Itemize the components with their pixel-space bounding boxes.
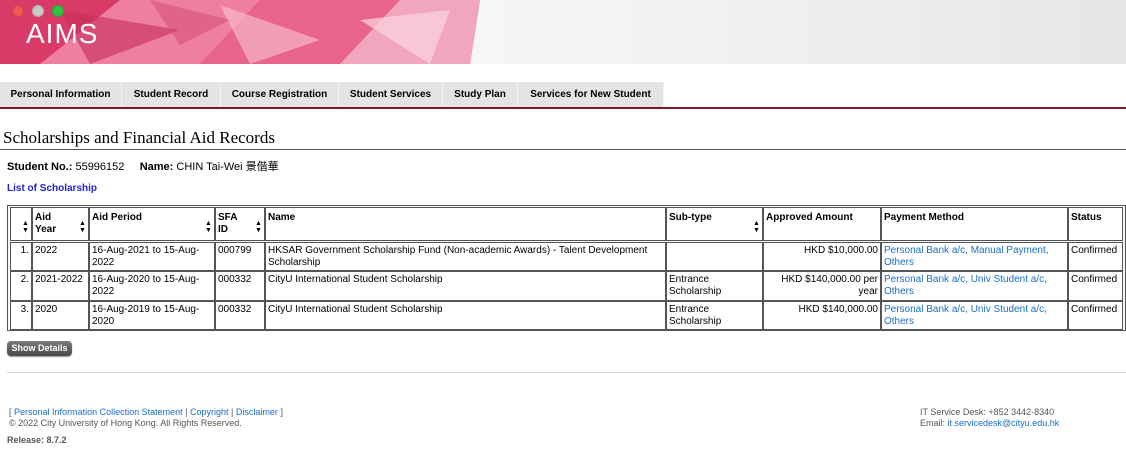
student-no-value: 55996152	[75, 161, 125, 173]
privacy-statement-link[interactable]: Personal Information Collection Statemen…	[14, 407, 183, 417]
scholarship-name-cell: CityU International Student Scholarship	[265, 271, 666, 301]
column-header-status[interactable]: Status	[1068, 207, 1123, 241]
copyright-text: © 2022 City University of Hong Kong. All…	[9, 418, 242, 428]
student-info: Student No.: 55996152 Name: CHIN Tai-Wei…	[7, 158, 279, 174]
scholarship-name-cell: HKSAR Government Scholarship Fund (Non-a…	[265, 242, 666, 271]
aid-period-cell: 16-Aug-2019 to 15-Aug-2020	[89, 301, 215, 330]
status-cell: Confirmed	[1068, 242, 1123, 271]
student-name-value: CHIN Tai-Wei 景偕華	[176, 161, 279, 173]
column-header-sfa-id[interactable]: SFA ID ▲ ▼	[215, 207, 265, 241]
sort-icon[interactable]: ▲ ▼	[79, 220, 86, 234]
service-desk-email-link[interactable]: it.servicedesk@cityu.edu.hk	[948, 418, 1060, 428]
sub-type-cell: Entrance Scholarship	[666, 301, 763, 330]
tab-course-registration[interactable]: Course Registration	[221, 82, 339, 107]
show-details-button[interactable]: Show Details	[7, 341, 72, 356]
student-no-label: Student No.:	[7, 161, 73, 173]
sort-icon[interactable]: ▲ ▼	[255, 220, 262, 234]
app-banner: AIMS	[0, 0, 1126, 64]
payment-method-link[interactable]: Personal Bank a/c, Univ Student a/c, Oth…	[881, 271, 1068, 301]
row-index: 3.	[10, 301, 32, 330]
main-nav: Personal Information Student Record Cour…	[0, 82, 1126, 109]
status-cell: Confirmed	[1068, 301, 1123, 330]
column-header-sub-type[interactable]: Sub-type ▲ ▼	[666, 207, 763, 241]
aid-period-cell: 16-Aug-2020 to 15-Aug-2022	[89, 271, 215, 301]
list-title: List of Scholarship	[7, 183, 98, 194]
sub-type-cell: Entrance Scholarship	[666, 271, 763, 301]
title-divider	[0, 149, 1126, 150]
scholarship-table: ▲ ▼ Aid Year ▲ ▼ Aid Period ▲ ▼ SFA ID ▲ ▼ N…	[7, 205, 1126, 331]
aid-period-cell: 16-Aug-2021 to 15-Aug-2022	[89, 242, 215, 271]
column-header-aid-period[interactable]: Aid Period ▲ ▼	[89, 207, 215, 241]
row-index: 2.	[10, 271, 32, 301]
sfa-id-cell: 000799	[215, 242, 265, 271]
payment-method-link[interactable]: Personal Bank a/c, Manual Payment, Other…	[881, 242, 1068, 271]
app-logo-text: AIMS	[26, 18, 99, 49]
student-name-label: Name:	[139, 161, 174, 173]
disclaimer-link[interactable]: Disclaimer	[236, 407, 278, 417]
column-header-name[interactable]: Name	[265, 207, 666, 241]
tab-services-for-new-student[interactable]: Services for New Student	[518, 82, 664, 107]
service-desk-info: IT Service Desk: +852 3442-8340 Email: i…	[920, 407, 1060, 428]
sfa-id-cell: 000332	[215, 301, 265, 330]
tab-student-services[interactable]: Student Services	[339, 82, 443, 107]
sort-icon[interactable]: ▲ ▼	[205, 220, 212, 234]
window-zoom-button[interactable]	[52, 5, 64, 17]
footer-divider	[7, 372, 1126, 373]
column-header-index[interactable]: ▲ ▼	[10, 207, 32, 241]
payment-method-link[interactable]: Personal Bank a/c, Univ Student a/c, Oth…	[881, 301, 1068, 330]
copyright-link[interactable]: Copyright	[190, 407, 229, 417]
tab-student-record[interactable]: Student Record	[122, 82, 221, 107]
scholarship-name-cell: CityU International Student Scholarship	[265, 301, 666, 330]
status-cell: Confirmed	[1068, 271, 1123, 301]
approved-amount-cell: HKD $10,000.00	[763, 242, 881, 271]
row-index: 1.	[10, 242, 32, 271]
aid-year-cell: 2020	[32, 301, 89, 330]
window-minimize-button[interactable]	[32, 5, 44, 17]
page-title: Scholarships and Financial Aid Records	[3, 128, 275, 147]
column-header-aid-year[interactable]: Aid Year ▲ ▼	[32, 207, 89, 241]
aid-year-cell: 2021-2022	[32, 271, 89, 301]
sfa-id-cell: 000332	[215, 271, 265, 301]
release-version: Release: 8.7.2	[7, 435, 67, 445]
approved-amount-cell: HKD $140,000.00	[763, 301, 881, 330]
column-header-approved-amount[interactable]: Approved Amount	[763, 207, 881, 241]
window-close-button[interactable]	[12, 5, 24, 17]
service-desk-phone: IT Service Desk: +852 3442-8340	[920, 407, 1055, 417]
tab-study-plan[interactable]: Study Plan	[443, 82, 518, 107]
column-header-payment-method[interactable]: Payment Method	[881, 207, 1068, 241]
sort-icon[interactable]: ▲ ▼	[22, 220, 29, 234]
approved-amount-cell: HKD $140,000.00 per year	[763, 271, 881, 301]
tab-personal-information[interactable]: Personal Information	[0, 82, 122, 107]
sub-type-cell	[666, 242, 763, 271]
footer-links: [ Personal Information Collection Statem…	[9, 407, 283, 428]
sort-icon[interactable]: ▲ ▼	[753, 220, 760, 234]
aid-year-cell: 2022	[32, 242, 89, 271]
